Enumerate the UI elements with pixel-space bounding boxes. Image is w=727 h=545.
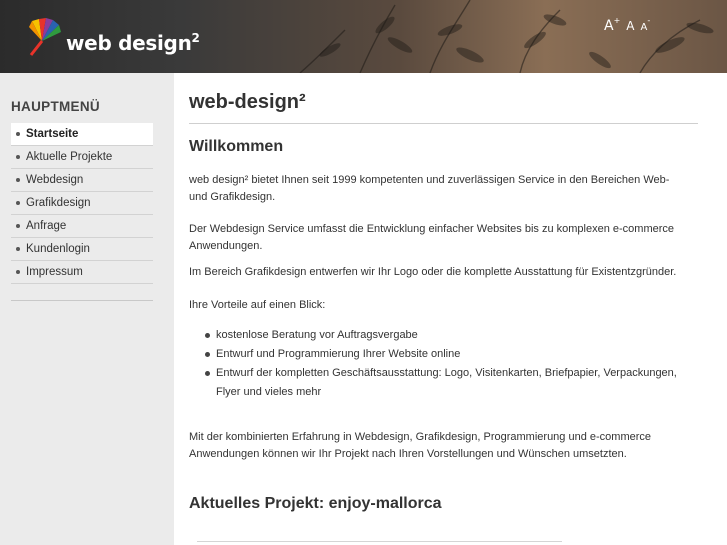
closing-paragraph: Mit der kombinierten Erfahrung in Webdes… [189,431,652,460]
grafikdesign-paragraph: Im Bereich Grafikdesign entwerfen wir Ih… [189,266,677,278]
bullet-icon [205,333,210,338]
page-title: web-design² [189,91,306,113]
font-decrease-button[interactable]: A- [641,16,651,33]
bullet-icon [16,155,20,159]
sidebar-item-label: Startseite [26,128,79,140]
project-preview-frame [197,541,562,545]
sidebar-item-aktuelle-projekte[interactable]: Aktuelle Projekte [11,146,153,169]
header-banner: web design2 A+ A A- [0,0,727,73]
sidebar-item-label: Impressum [26,266,83,278]
title-divider [189,123,698,124]
sidebar: HAUPTMENÜ Startseite Aktuelle Projekte W… [0,73,174,545]
sidebar-item-label: Kundenlogin [26,243,90,255]
sidebar-item-anfrage[interactable]: Anfrage [11,215,153,238]
bullet-icon [16,224,20,228]
bullet-icon [16,132,20,136]
sidebar-item-impressum[interactable]: Impressum [11,261,153,284]
bullet-icon [205,352,210,357]
bullet-icon [16,178,20,182]
sidebar-item-label: Anfrage [26,220,67,232]
bullet-icon [16,270,20,274]
webdesign-paragraph: Der Webdesign Service umfasst die Entwic… [189,223,675,252]
logo[interactable]: web design2 [28,12,200,62]
sidebar-item-grafikdesign[interactable]: Grafikdesign [11,192,153,215]
benefits-intro: Ihre Vorteile auf einen Blick: [189,299,326,311]
font-normal-button[interactable]: A [626,19,634,33]
list-item: kostenlose Beratung vor Auftragsvergabe [189,326,689,345]
sidebar-item-label: Webdesign [26,174,84,186]
sidebar-item-label: Grafikdesign [26,197,91,209]
sidebar-divider [11,300,153,301]
main-menu: Startseite Aktuelle Projekte Webdesign G… [11,123,153,284]
logo-text: web design2 [66,31,200,55]
sidebar-item-startseite[interactable]: Startseite [11,123,153,146]
intro-paragraph: web design² bietet Ihnen seit 1999 kompe… [189,174,670,203]
bullet-icon [16,247,20,251]
list-item: Entwurf der kompletten Geschäftsausstatt… [189,364,689,402]
welcome-heading: Willkommen [189,138,284,155]
list-item: Entwurf und Programmierung Ihrer Website… [189,345,689,364]
sidebar-item-label: Aktuelle Projekte [26,151,113,163]
bullet-icon [16,201,20,205]
bullet-icon [205,371,210,376]
font-increase-button[interactable]: A+ [604,16,620,34]
benefits-list: kostenlose Beratung vor Auftragsvergabe … [189,326,689,402]
font-size-controls: A+ A A- [604,16,650,34]
color-fan-logo-icon [29,18,61,56]
sidebar-item-kundenlogin[interactable]: Kundenlogin [11,238,153,261]
sidebar-title: HAUPTMENÜ [11,99,100,114]
sidebar-item-webdesign[interactable]: Webdesign [11,169,153,192]
project-heading: Aktuelles Projekt: enjoy-mallorca [189,495,442,512]
